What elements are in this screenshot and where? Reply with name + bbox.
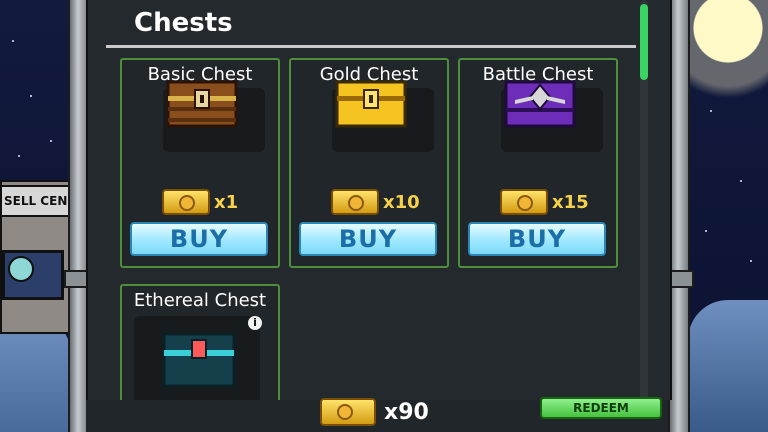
left-ground <box>0 320 70 432</box>
sell-center-sign: SELL CEN <box>0 185 72 217</box>
buy-battle-chest-button[interactable]: BUY <box>468 222 606 256</box>
star <box>50 140 52 142</box>
price-row: x15 <box>500 189 589 215</box>
price-row: x1 <box>162 189 239 215</box>
ticket-coin-icon <box>331 189 379 215</box>
buy-gold-chest-button[interactable]: BUY <box>299 222 437 256</box>
chest-price: x1 <box>214 191 239 213</box>
info-icon[interactable]: i <box>248 316 262 330</box>
ethereal-chest-icon <box>162 330 236 390</box>
ticket-coin-icon <box>162 189 210 215</box>
star <box>705 230 707 232</box>
wallet-amount: x90 <box>384 399 429 425</box>
star <box>12 40 14 42</box>
scrollbar-thumb[interactable] <box>640 4 648 80</box>
battle-chest-icon <box>503 72 577 132</box>
buy-basic-chest-button[interactable]: BUY <box>130 222 268 256</box>
chest-name: Ethereal Chest <box>133 290 267 311</box>
chest-card-battle: Battle Chest x15 BUY <box>458 58 618 268</box>
star <box>750 260 752 262</box>
star <box>18 155 20 157</box>
basic-chest-icon <box>165 72 239 132</box>
alien-icon <box>8 256 34 282</box>
chest-card-ethereal: Ethereal Chest <box>120 284 280 418</box>
title-divider <box>106 45 636 48</box>
right-ground <box>688 300 768 432</box>
price-row: x10 <box>331 189 420 215</box>
wallet-balance: x90 <box>320 398 429 426</box>
chest-price: x15 <box>552 191 589 213</box>
ticket-coin-icon <box>500 189 548 215</box>
chest-price: x10 <box>383 191 420 213</box>
redeem-button[interactable]: REDEEM <box>540 397 662 419</box>
ticket-coin-icon <box>320 398 376 426</box>
star <box>710 110 712 112</box>
chest-card-gold: Gold Chest x10 BUY <box>289 58 449 268</box>
panel-title: Chests <box>134 8 233 38</box>
chest-card-basic: Basic Chest x1 BUY <box>120 58 280 268</box>
star <box>740 180 742 182</box>
gold-chest-icon <box>334 72 408 132</box>
star <box>30 95 32 97</box>
